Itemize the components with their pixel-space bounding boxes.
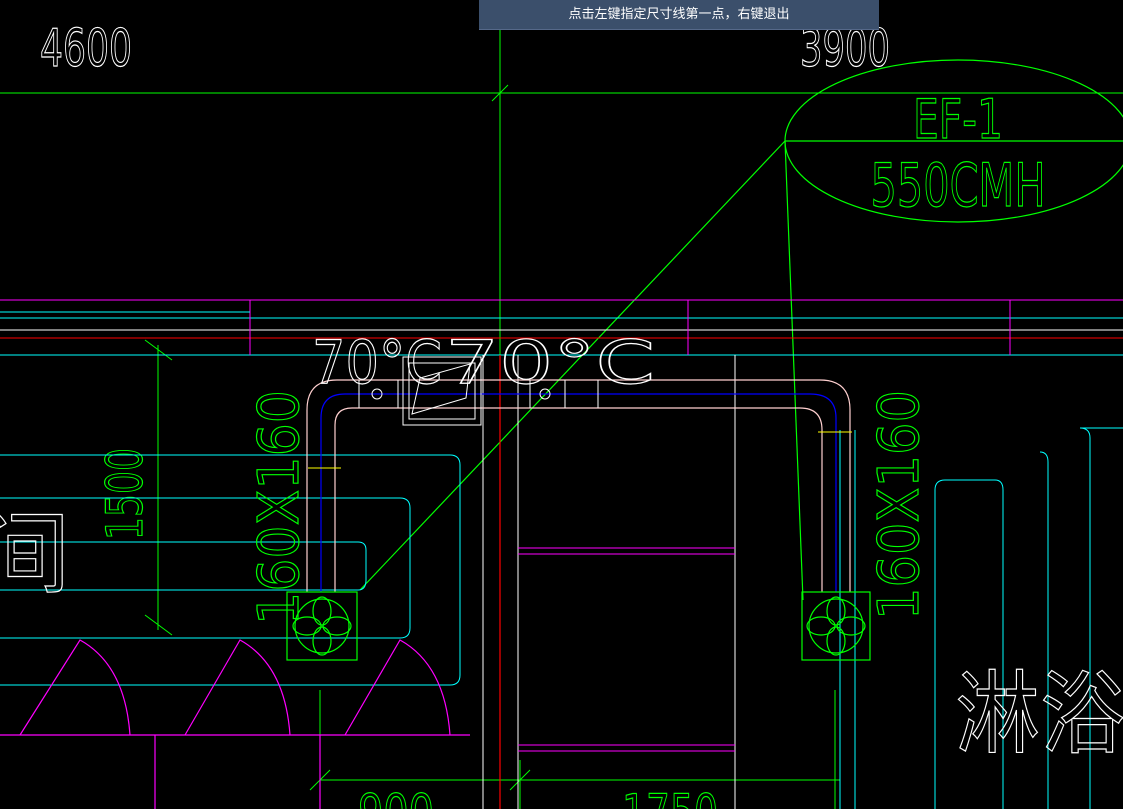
fan-tag-name: EF-1	[913, 88, 1003, 151]
room-label-right: 淋浴间	[955, 662, 1123, 767]
duct-size-label-left: 160X160	[247, 390, 312, 625]
fire-damper-label-2: 70°C	[445, 328, 655, 398]
shaft-outline	[482, 355, 736, 809]
dimension-top-left: 4600	[40, 19, 132, 79]
diffuser-right[interactable]	[801, 591, 871, 661]
cad-drawing-canvas[interactable]: EF-1 550CMH 4600 3900 1500 900 1750	[0, 0, 1123, 809]
dimension-bottom-left: 900	[358, 784, 434, 809]
dimension-left-vertical: 1500	[96, 448, 154, 540]
room-label-left: 间	[0, 502, 70, 607]
fire-damper-label-1: 70°C	[312, 328, 442, 398]
fan-tag-airflow: 550CMH	[871, 151, 1046, 221]
command-prompt-bar: 点击左键指定尺寸线第一点，右键退出	[479, 0, 879, 30]
duct-size-label-right: 160X160	[867, 390, 932, 620]
dimension-bottom-right: 1750	[622, 784, 718, 809]
